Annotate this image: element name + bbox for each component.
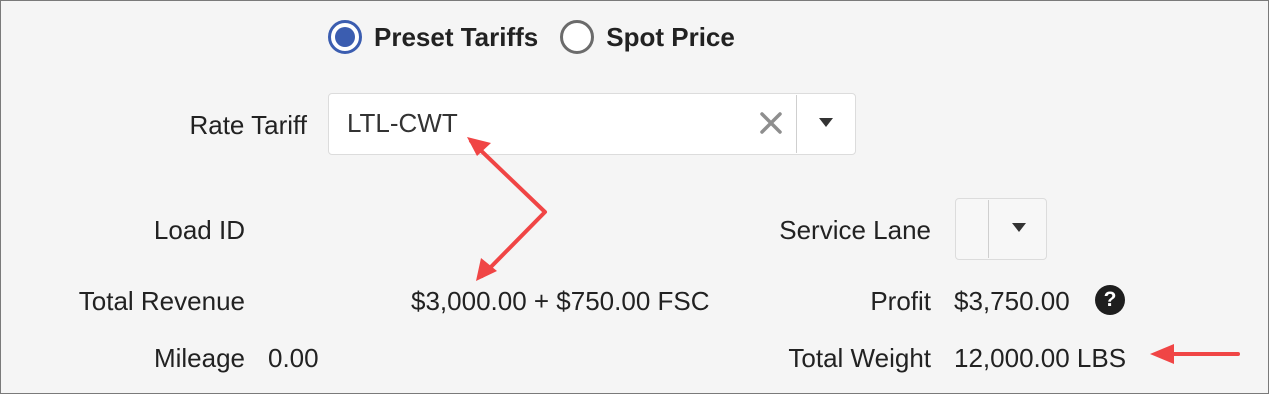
annotation-arrows: [467, 137, 1240, 364]
arrowhead-left-icon: [1150, 344, 1174, 364]
arrowhead-up-icon: [467, 137, 491, 156]
annotation-arrow-tariff-to-revenue: [469, 139, 547, 278]
